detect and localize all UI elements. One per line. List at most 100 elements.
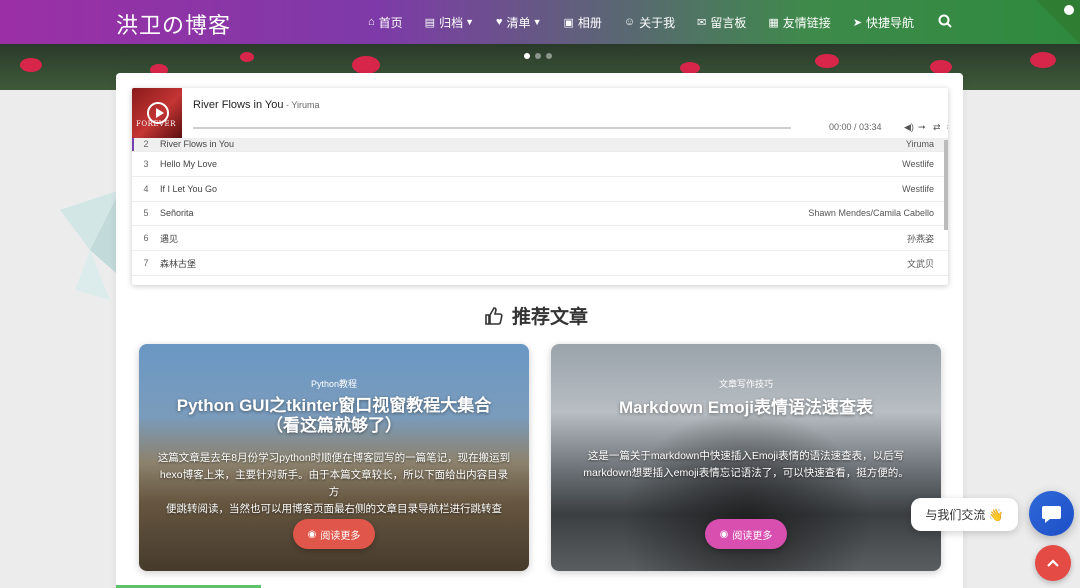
paper-plane-icon: ➤ — [852, 16, 863, 29]
track-title: 森林古堡 — [160, 258, 197, 269]
track-title: 遇见 — [160, 233, 179, 244]
carousel-dot[interactable] — [546, 53, 552, 59]
read-more-button[interactable]: ◉ 阅读更多 — [705, 519, 787, 549]
article-card[interactable]: Python教程 Python GUI之tkinter窗口视窗教程大集合 （看这… — [139, 344, 529, 571]
article-title-line: （看这篇就够了） — [266, 416, 402, 435]
image-icon: ▣ — [563, 16, 574, 29]
main-nav: ⌂ 首页 ▤ 归档 ▼ ♥ 清单 ▼ ▣ 相册 ☺ 关于我 ✉ 留言板 ▦ 友情… — [368, 0, 936, 44]
track-number: 5 — [143, 208, 149, 219]
article-category[interactable]: 文章写作技巧 — [551, 377, 941, 390]
thumbs-up-icon — [485, 306, 503, 325]
article-excerpt: 这是一篇关于markdown中快速插入Emoji表情的语法速查表，以后写 mar… — [569, 448, 923, 482]
track-artist: Shawn Mendes/Camila Cabello — [808, 208, 934, 219]
now-playing-title: River Flows in You - Yiruma — [193, 99, 320, 111]
menu-icon[interactable]: ≡ — [947, 122, 948, 132]
nav-label: 归档 — [439, 15, 464, 30]
read-more-button[interactable]: ◉ 阅读更多 — [293, 519, 375, 549]
section-title: 推荐文章 — [512, 307, 589, 328]
nav-label: 首页 — [378, 15, 403, 30]
album-cover[interactable]: FOREVER — [132, 88, 182, 138]
article-title[interactable]: Python GUI之tkinter窗口视窗教程大集合 （看这篇就够了） — [159, 396, 509, 436]
song-name: River Flows in You — [193, 99, 284, 111]
playlist-item[interactable]: 3 Hello My Love Westlife — [132, 152, 948, 177]
nav-label: 留言板 — [710, 15, 747, 30]
article-title-line: Python GUI之tkinter窗口视窗教程大集合 — [176, 396, 492, 415]
address-card-icon: ▦ — [768, 16, 779, 29]
chat-launcher-button[interactable] — [1029, 491, 1074, 536]
music-player: FOREVER River Flows in You - Yiruma 00:0… — [132, 88, 948, 285]
nav-guestbook[interactable]: ✉ 留言板 — [697, 14, 746, 31]
excerpt-line: 这是一篇关于markdown中快速插入Emoji表情的语法速查表，以后写 — [587, 450, 905, 462]
nav-label: 关于我 — [639, 15, 676, 30]
song-artist: - Yiruma — [283, 100, 320, 110]
nav-album[interactable]: ▣ 相册 — [563, 14, 601, 31]
order-icon[interactable]: ➞ — [918, 122, 926, 133]
excerpt-line: 这篇文章是去年8月份学习python时顺便在博客园写的一篇笔记，现在搬运到 — [157, 452, 511, 464]
read-more-label: 阅读更多 — [320, 530, 361, 542]
nav-label: 清单 — [506, 15, 531, 30]
nav-quick-nav[interactable]: ➤ 快捷导航 — [853, 14, 914, 31]
carousel-dot[interactable] — [535, 53, 541, 59]
track-number: 2 — [143, 139, 149, 149]
chevron-down-icon: ▼ — [532, 17, 542, 27]
section-heading: 推荐文章 — [484, 302, 588, 329]
excerpt-line: markdown想要插入emoji表情忘记语法了，可以快速查看，挺方便的。 — [583, 467, 909, 479]
track-artist: 文武贝 — [906, 258, 934, 269]
track-number: 4 — [143, 183, 149, 194]
chevron-down-icon: ▼ — [465, 17, 475, 27]
archive-icon: ▤ — [424, 16, 436, 29]
track-title: If I Let You Go — [160, 183, 218, 194]
track-title: Señorita — [160, 208, 194, 219]
track-number: 6 — [143, 233, 149, 244]
carousel-dot[interactable] — [524, 53, 530, 59]
nav-archive[interactable]: ▤ 归档 ▼ — [425, 14, 474, 31]
playlist-item[interactable]: 4 If I Let You Go Westlife — [132, 177, 948, 202]
chevron-up-icon — [1047, 559, 1059, 567]
back-to-top-button[interactable] — [1035, 545, 1071, 581]
playlist-item[interactable]: 7 森林古堡 文武贝 — [132, 251, 948, 276]
playlist: 2 River Flows in You Yiruma 3 Hello My L… — [132, 138, 948, 276]
track-number: 3 — [143, 158, 149, 169]
track-number: 7 — [143, 258, 149, 269]
article-title[interactable]: Markdown Emoji表情语法速查表 — [571, 398, 921, 418]
envelope-icon: ✉ — [697, 16, 707, 29]
nav-list[interactable]: ♥ 清单 ▼ — [496, 14, 541, 31]
github-corner-icon[interactable] — [1036, 0, 1080, 44]
track-title: River Flows in You — [160, 139, 235, 149]
playlist-item[interactable]: 2 River Flows in You Yiruma — [132, 138, 948, 152]
track-artist: Yiruma — [905, 139, 934, 149]
top-navbar: 洪卫の博客 ⌂ 首页 ▤ 归档 ▼ ♥ 清单 ▼ ▣ 相册 ☺ 关于我 ✉ 留言… — [0, 0, 1080, 44]
playback-time: 00:00 / 03:34 — [829, 122, 882, 132]
playlist-item[interactable]: 5 Señorita Shawn Mendes/Camila Cabello — [132, 202, 948, 227]
home-icon: ⌂ — [368, 16, 375, 28]
track-artist: Westlife — [902, 158, 934, 169]
site-brand[interactable]: 洪卫の博客 — [116, 8, 231, 40]
heartbeat-icon: ♥ — [496, 16, 503, 28]
eye-icon: ◉ — [719, 528, 729, 540]
loop-icon[interactable]: ⇄ — [933, 122, 941, 133]
nav-label: 快捷导航 — [866, 15, 915, 30]
carousel-indicators — [524, 53, 552, 59]
nav-home[interactable]: ⌂ 首页 — [368, 14, 403, 31]
nav-label: 相册 — [577, 15, 602, 30]
nav-label: 友情链接 — [782, 15, 831, 30]
nav-about[interactable]: ☺ 关于我 — [624, 14, 675, 31]
volume-icon[interactable]: ◀) — [904, 122, 914, 133]
track-artist: 孙燕姿 — [906, 233, 934, 244]
playlist-item[interactable]: 6 遇见 孙燕姿 — [132, 226, 948, 252]
excerpt-line: hexo博客上来，主要针对新手。由于本篇文章较长，所以下面给出内容目录方 — [159, 469, 509, 498]
playlist-scrollbar[interactable] — [944, 140, 948, 230]
user-circle-icon: ☺ — [623, 16, 636, 28]
read-more-label: 阅读更多 — [732, 530, 773, 542]
search-icon[interactable] — [938, 14, 952, 28]
nav-friend-links[interactable]: ▦ 友情链接 — [768, 14, 830, 31]
article-title-line: Markdown Emoji表情语法速查表 — [618, 398, 874, 417]
track-title: Hello My Love — [160, 158, 218, 169]
progress-bar[interactable] — [193, 127, 791, 129]
chat-prompt-bubble[interactable]: 与我们交流 👋 — [911, 498, 1018, 531]
chat-icon — [1042, 506, 1061, 523]
article-category[interactable]: Python教程 — [139, 377, 529, 390]
track-artist: Westlife — [902, 183, 934, 194]
article-card[interactable]: 文章写作技巧 Markdown Emoji表情语法速查表 这是一篇关于markd… — [551, 344, 941, 571]
eye-icon: ◉ — [307, 528, 317, 540]
